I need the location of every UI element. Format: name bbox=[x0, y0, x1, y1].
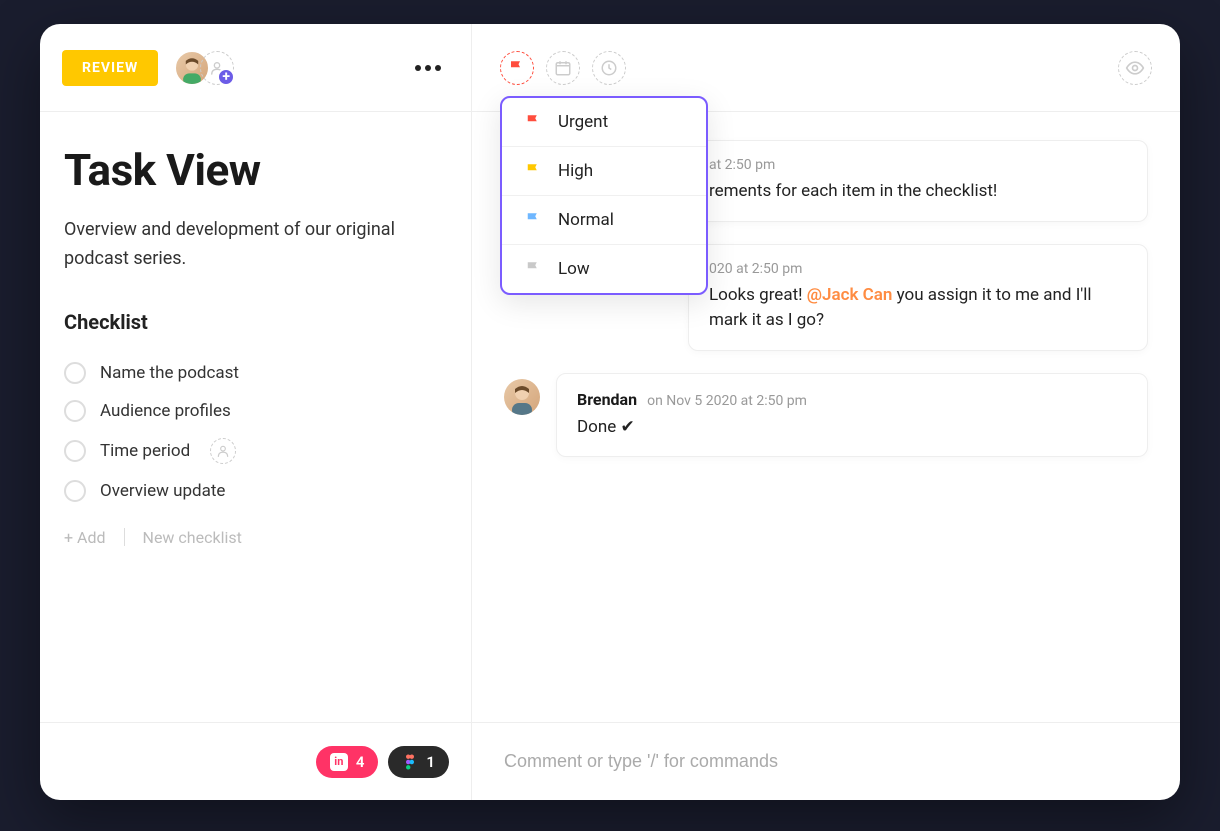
flag-icon bbox=[524, 162, 542, 180]
invision-icon: in bbox=[330, 753, 348, 771]
checklist-item-label: Audience profiles bbox=[100, 401, 231, 421]
comment-text: Looks great! @Jack Can you assign it to … bbox=[709, 283, 1127, 334]
watch-button[interactable] bbox=[1118, 51, 1152, 85]
left-panel: REVIEW + Task View Overview and developm… bbox=[40, 24, 472, 800]
priority-option-urgent[interactable]: Urgent bbox=[502, 98, 706, 147]
flag-icon bbox=[524, 113, 542, 131]
comment-input[interactable] bbox=[504, 751, 1148, 772]
priority-label: Low bbox=[558, 259, 590, 279]
checkbox-icon[interactable] bbox=[64, 480, 86, 502]
comment-row: at 2:50 pm rements for each item in the … bbox=[688, 140, 1148, 222]
priority-label: Urgent bbox=[558, 112, 608, 132]
comment-text: rements for each item in the checklist! bbox=[709, 179, 1127, 205]
flag-icon bbox=[524, 260, 542, 278]
checklist-item[interactable]: Overview update bbox=[64, 472, 447, 510]
comment-row: Brendan on Nov 5 2020 at 2:50 pm Done ✔ bbox=[504, 373, 1148, 458]
comment-text: Done ✔ bbox=[577, 415, 1127, 441]
right-header: Urgent High Normal Low bbox=[472, 24, 1180, 112]
priority-label: High bbox=[558, 161, 593, 181]
time-button[interactable] bbox=[592, 51, 626, 85]
priority-dropdown: Urgent High Normal Low bbox=[500, 96, 708, 295]
figma-pill[interactable]: 1 bbox=[388, 746, 449, 778]
comment-bubble: at 2:50 pm rements for each item in the … bbox=[688, 140, 1148, 222]
priority-option-low[interactable]: Low bbox=[502, 245, 706, 293]
comment-row: 020 at 2:50 pm Looks great! @Jack Can yo… bbox=[688, 244, 1148, 351]
comment-time: at 2:50 pm bbox=[709, 157, 775, 173]
checkbox-icon[interactable] bbox=[64, 400, 86, 422]
checklist-actions: + Add New checklist bbox=[64, 528, 447, 547]
checklist-item-label: Name the podcast bbox=[100, 363, 239, 383]
right-panel: Urgent High Normal Low bbox=[472, 24, 1180, 800]
calendar-icon bbox=[554, 59, 572, 77]
checklist-item[interactable]: Name the podcast bbox=[64, 354, 447, 392]
flag-icon bbox=[524, 211, 542, 229]
comment-bubble: Brendan on Nov 5 2020 at 2:50 pm Done ✔ bbox=[556, 373, 1148, 458]
figma-count: 1 bbox=[426, 753, 435, 771]
clock-icon bbox=[600, 59, 618, 77]
assignee-group: + bbox=[174, 50, 234, 86]
add-checklist-item-button[interactable]: + Add bbox=[64, 528, 106, 547]
left-header: REVIEW + bbox=[40, 24, 471, 112]
task-description: Overview and development of our original… bbox=[64, 216, 447, 274]
comment-author: Brendan bbox=[577, 390, 637, 409]
task-window: REVIEW + Task View Overview and developm… bbox=[40, 24, 1180, 800]
checklist-item[interactable]: Time period bbox=[64, 430, 447, 472]
left-footer: in 4 1 bbox=[40, 722, 471, 800]
checklist-item-label: Time period bbox=[100, 441, 190, 461]
comment-time: 020 at 2:50 pm bbox=[709, 261, 802, 277]
priority-button[interactable] bbox=[500, 51, 534, 85]
assign-user-button[interactable] bbox=[210, 438, 236, 464]
mention[interactable]: @Jack Can bbox=[807, 285, 893, 305]
checklist-title: Checklist bbox=[64, 310, 447, 334]
comment-time: on Nov 5 2020 at 2:50 pm bbox=[647, 393, 807, 409]
checklist-item-label: Overview update bbox=[100, 481, 225, 501]
priority-label: Normal bbox=[558, 210, 614, 230]
checkbox-icon[interactable] bbox=[64, 440, 86, 462]
invision-count: 4 bbox=[356, 753, 365, 771]
eye-icon bbox=[1125, 58, 1145, 78]
priority-option-high[interactable]: High bbox=[502, 147, 706, 196]
date-button[interactable] bbox=[546, 51, 580, 85]
priority-option-normal[interactable]: Normal bbox=[502, 196, 706, 245]
divider bbox=[124, 528, 125, 546]
add-assignee-button[interactable]: + bbox=[200, 51, 234, 85]
flag-icon bbox=[508, 59, 526, 77]
checkbox-icon[interactable] bbox=[64, 362, 86, 384]
more-menu-button[interactable] bbox=[407, 57, 449, 79]
task-title: Task View bbox=[64, 144, 447, 196]
new-checklist-button[interactable]: New checklist bbox=[143, 528, 242, 547]
avatar[interactable] bbox=[504, 379, 540, 415]
task-body: Task View Overview and development of ou… bbox=[40, 112, 471, 722]
status-badge[interactable]: REVIEW bbox=[62, 50, 158, 86]
invision-pill[interactable]: in 4 bbox=[316, 746, 379, 778]
checklist-item[interactable]: Audience profiles bbox=[64, 392, 447, 430]
composer-area bbox=[472, 722, 1180, 800]
figma-icon bbox=[402, 754, 418, 770]
plus-icon: + bbox=[217, 68, 235, 86]
comment-bubble: 020 at 2:50 pm Looks great! @Jack Can yo… bbox=[688, 244, 1148, 351]
